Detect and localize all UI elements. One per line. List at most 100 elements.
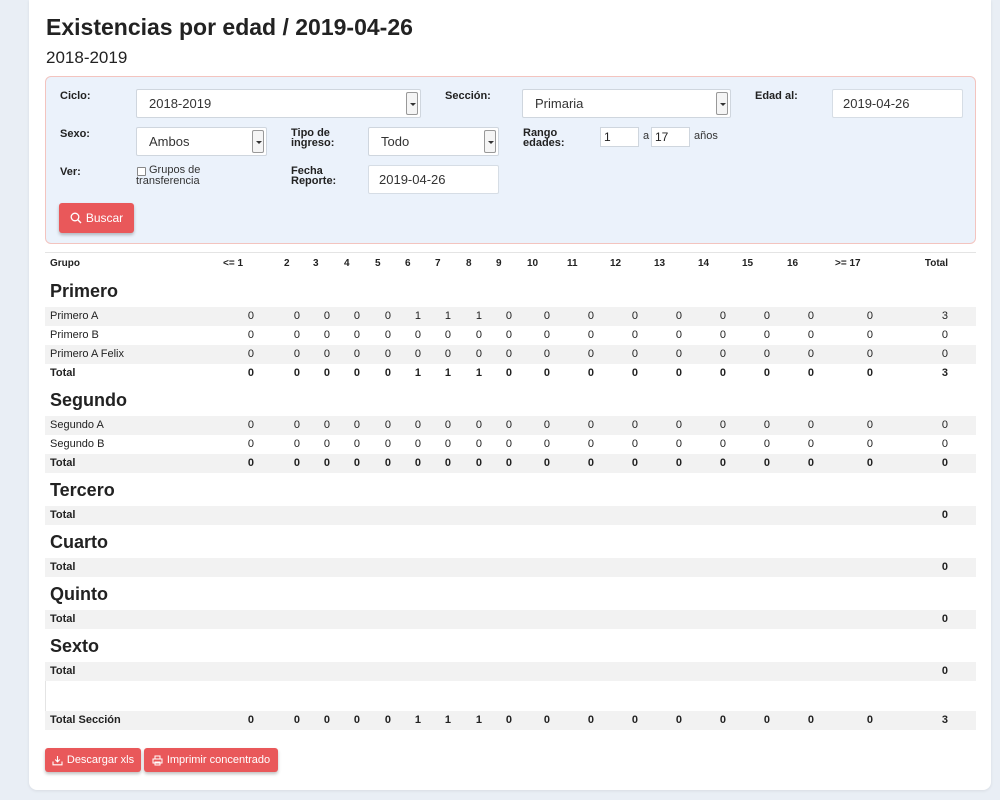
table-cell: 0 bbox=[247, 714, 254, 726]
table-cell: 0 bbox=[631, 438, 638, 450]
table-cell: 0 bbox=[505, 457, 512, 469]
fecha-reporte-input[interactable]: 2019-04-26 bbox=[368, 165, 499, 194]
table-cell: 3 bbox=[941, 714, 948, 726]
table-cell: 0 bbox=[323, 348, 330, 360]
table-cell: 0 bbox=[941, 348, 948, 360]
column-header: 3 bbox=[313, 258, 319, 269]
section-total-row: Total 0 0 0 0 0 1 1 1 0 0 0 0 0 0 0 0 0 3 bbox=[45, 364, 976, 383]
section-total-row: Total 0 0 0 0 0 0 0 0 0 0 0 0 0 0 0 0 0 0 bbox=[45, 454, 976, 473]
table-cell: 0 bbox=[807, 714, 814, 726]
table-cell: 0 bbox=[247, 310, 254, 322]
chevron-down-icon bbox=[716, 92, 728, 115]
table-cell: 0 bbox=[675, 419, 682, 431]
rango-edades-label: Rango edades: bbox=[523, 127, 565, 149]
table-cell: 0 bbox=[807, 367, 814, 379]
column-header: 8 bbox=[466, 258, 472, 269]
table-cell: 0 bbox=[505, 367, 512, 379]
table-cell: 0 bbox=[807, 419, 814, 431]
table-cell: 0 bbox=[323, 419, 330, 431]
table-cell: 3 bbox=[941, 367, 948, 379]
row-label: Total bbox=[50, 457, 76, 469]
table-cell: 0 bbox=[323, 438, 330, 450]
table-row: Primero A 0 0 0 0 0 1 1 1 0 0 0 0 0 0 0 0 0 3 bbox=[45, 307, 976, 326]
buscar-button[interactable]: Buscar bbox=[59, 203, 134, 233]
rango-from-input[interactable]: 1 bbox=[600, 127, 639, 147]
edad-al-input[interactable]: 2019-04-26 bbox=[832, 89, 963, 118]
row-label: Primero B bbox=[50, 329, 99, 341]
table-cell: 0 bbox=[414, 419, 421, 431]
table-cell: 0 bbox=[587, 419, 594, 431]
table-cell: 0 bbox=[247, 367, 254, 379]
table-cell: 0 bbox=[719, 329, 726, 341]
table-cell: 0 bbox=[444, 438, 451, 450]
table-cell: 0 bbox=[631, 367, 638, 379]
table-cell: 0 bbox=[353, 310, 360, 322]
table-cell: 0 bbox=[631, 419, 638, 431]
table-cell: 0 bbox=[384, 310, 391, 322]
seccion-select[interactable]: Primaria bbox=[522, 89, 731, 118]
table-cell: 0 bbox=[543, 714, 550, 726]
table-row: Segundo B 0 0 0 0 0 0 0 0 0 0 0 0 0 0 0 0 0 0 bbox=[45, 435, 976, 454]
fecha-reporte-label: Fecha Reporte: bbox=[291, 165, 337, 187]
table-cell: 3 bbox=[941, 310, 948, 322]
chevron-down-icon bbox=[484, 130, 496, 153]
table-cell: 0 bbox=[719, 310, 726, 322]
section-title: Sexto bbox=[50, 636, 100, 656]
section-title: Primero bbox=[50, 281, 119, 301]
table-cell: 0 bbox=[247, 348, 254, 360]
table-cell: 0 bbox=[293, 419, 300, 431]
table-cell: 0 bbox=[866, 714, 873, 726]
section-title: Cuarto bbox=[50, 532, 108, 552]
table-header: Grupo <= 1 2 3 4 5 6 7 8 9 10 11 12 13 14 15 16 >= 17 Tota… bbox=[45, 253, 976, 274]
table-cell: 0 bbox=[293, 457, 300, 469]
table-cell: 0 bbox=[293, 714, 300, 726]
chevron-down-icon bbox=[252, 130, 264, 153]
table-cell: 0 bbox=[293, 367, 300, 379]
table-cell: 0 bbox=[543, 457, 550, 469]
table-cell: 0 bbox=[505, 348, 512, 360]
tipo-ingreso-select[interactable]: Todo bbox=[368, 127, 499, 156]
column-header: 4 bbox=[344, 258, 350, 269]
table-cell: 0 bbox=[323, 310, 330, 322]
table-cell: 1 bbox=[414, 310, 421, 322]
table-cell: 1 bbox=[444, 367, 451, 379]
table-cell: 0 bbox=[807, 329, 814, 341]
table-cell: 1 bbox=[414, 714, 421, 726]
section-title: Segundo bbox=[50, 390, 127, 410]
table-cell: 0 bbox=[631, 310, 638, 322]
sexo-select[interactable]: Ambos bbox=[136, 127, 267, 156]
table-cell: 0 bbox=[719, 714, 726, 726]
table-row: Primero A Felix 0 0 0 0 0 0 0 0 0 0 0 0 0 0 0 0 0 0 bbox=[45, 345, 976, 364]
column-header: Grupo bbox=[50, 258, 80, 269]
table-cell: 1 bbox=[444, 310, 451, 322]
table-cell: 0 bbox=[763, 714, 770, 726]
section-header: Quinto bbox=[45, 577, 976, 610]
table-cell: 0 bbox=[414, 457, 421, 469]
row-label: Total bbox=[50, 509, 76, 521]
print-button[interactable]: Imprimir concentrado bbox=[144, 748, 278, 772]
ciclo-select-value: 2018-2019 bbox=[149, 96, 212, 111]
download-xls-button[interactable]: Descargar xls bbox=[45, 748, 141, 772]
table-cell: 0 bbox=[866, 419, 873, 431]
row-label: Total bbox=[50, 367, 76, 379]
table-row: Primero B 0 0 0 0 0 0 0 0 0 0 0 0 0 0 0 0 0 0 bbox=[45, 326, 976, 345]
table-cell: 0 bbox=[941, 419, 948, 431]
ciclo-select[interactable]: 2018-2019 bbox=[136, 89, 421, 118]
table-cell: 0 bbox=[719, 457, 726, 469]
seccion-select-value: Primaria bbox=[535, 96, 584, 111]
table-cell: 0 bbox=[384, 457, 391, 469]
column-header: 5 bbox=[375, 258, 381, 269]
row-label: Primero A Felix bbox=[50, 348, 124, 360]
table-cell: 0 bbox=[587, 310, 594, 322]
tipo-ingreso-label: Tipo de ingreso: bbox=[291, 127, 335, 149]
table-cell: 0 bbox=[763, 367, 770, 379]
table-cell: 0 bbox=[414, 329, 421, 341]
chevron-down-icon bbox=[406, 92, 418, 115]
table-cell: 0 bbox=[293, 329, 300, 341]
ver-label: Ver: bbox=[60, 166, 81, 178]
printer-icon bbox=[152, 755, 163, 765]
section-header: Primero bbox=[45, 274, 976, 307]
rango-to-input[interactable]: 17 bbox=[651, 127, 690, 147]
column-header: 11 bbox=[567, 258, 578, 269]
table-cell: 0 bbox=[505, 310, 512, 322]
